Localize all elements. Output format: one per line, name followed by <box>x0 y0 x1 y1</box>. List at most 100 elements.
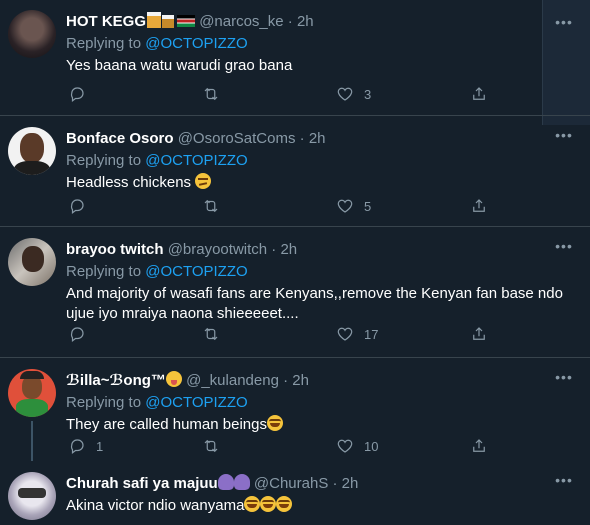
more-horizontal-icon[interactable]: ••• <box>554 15 574 32</box>
tweet-3[interactable]: brayoo twitch @brayootwitch · 2h ••• Rep… <box>0 228 590 358</box>
handle[interactable]: @ChurahS <box>254 475 328 492</box>
whisky-emoji <box>162 15 175 28</box>
replying-to: Replying to @OCTOPIZZO <box>66 393 248 413</box>
tweet-text: Akina victor ndio wanyama <box>66 497 245 514</box>
separator-dot: · <box>283 372 289 389</box>
like-button[interactable]: 17 <box>336 324 378 344</box>
share-button[interactable] <box>470 84 488 104</box>
display-name[interactable]: Bonface Osoro <box>66 130 174 147</box>
reply-button[interactable]: 1 <box>68 436 103 456</box>
tweet-header: ℬilla~ℬong™ @_kulandeng · 2h <box>66 371 309 391</box>
tweet-5[interactable]: Churah safi ya majuu @ChurahS · 2h ••• A… <box>0 462 590 525</box>
more-horizontal-icon[interactable]: ••• <box>554 128 574 145</box>
beer-emoji <box>147 12 162 28</box>
tweet-text-container: Headless chickens <box>66 173 576 193</box>
tweet-text: They are called human beings <box>66 416 267 433</box>
timestamp[interactable]: 2h <box>342 475 359 492</box>
retweet-button[interactable] <box>202 436 230 456</box>
more-horizontal-icon[interactable]: ••• <box>554 239 574 256</box>
tweet-text: Headless chickens <box>66 174 192 191</box>
more-horizontal-icon[interactable]: ••• <box>554 473 574 490</box>
timestamp[interactable]: 2h <box>297 13 314 30</box>
share-icon <box>473 327 485 340</box>
tweet-text-container: They are called human beings <box>66 415 576 435</box>
tweet-2[interactable]: Bonface Osoro @OsoroSatComs · 2h ••• Rep… <box>0 117 590 227</box>
heart-icon <box>337 327 353 341</box>
mention-link[interactable]: @OCTOPIZZO <box>145 394 247 411</box>
tweet-actions: 5 <box>66 196 506 216</box>
reply-icon <box>70 87 84 102</box>
reply-button[interactable] <box>68 196 96 216</box>
reply-button[interactable] <box>68 84 96 104</box>
retweet-icon <box>204 327 218 341</box>
tweet-1[interactable]: HOT KEGG @narcos_ke · 2h ••• Replying to… <box>0 0 590 116</box>
mention-link[interactable]: @OCTOPIZZO <box>145 263 247 280</box>
reply-icon <box>70 327 84 342</box>
heart-icon <box>337 87 353 101</box>
retweet-icon <box>204 199 218 213</box>
share-button[interactable] <box>470 436 488 456</box>
reply-count: 1 <box>96 438 104 454</box>
retweet-icon <box>204 87 218 101</box>
reply-button[interactable] <box>68 324 96 344</box>
like-button[interactable]: 10 <box>336 436 378 456</box>
retweet-button[interactable] <box>202 84 230 104</box>
separator-dot: · <box>332 475 338 492</box>
tweet-text: And majority of wasafi fans are Kenyans,… <box>66 285 563 322</box>
tweet-actions: 1 10 <box>66 436 506 456</box>
tweet-text: Yes baana watu warudi grao bana <box>66 57 293 74</box>
laughing-emoji <box>244 496 261 512</box>
handle[interactable]: @_kulandeng <box>186 372 279 389</box>
like-button[interactable]: 3 <box>336 84 371 104</box>
avatar[interactable] <box>8 238 56 286</box>
replying-prefix: Replying to <box>66 263 146 280</box>
timestamp[interactable]: 2h <box>292 372 309 389</box>
tweet-4[interactable]: ℬilla~ℬong™ @_kulandeng · 2h ••• Replyin… <box>0 359 590 461</box>
reply-icon <box>70 199 84 214</box>
display-name[interactable]: brayoo twitch <box>66 241 164 258</box>
mention-link[interactable]: @OCTOPIZZO <box>145 35 247 52</box>
timestamp[interactable]: 2h <box>309 130 326 147</box>
avatar[interactable] <box>8 10 56 58</box>
tweet-header: brayoo twitch @brayootwitch · 2h <box>66 240 297 260</box>
more-horizontal-icon[interactable]: ••• <box>554 370 574 387</box>
share-icon <box>473 199 485 212</box>
replying-to: Replying to @OCTOPIZZO <box>66 262 248 282</box>
like-count: 10 <box>364 438 379 454</box>
handle[interactable]: @narcos_ke <box>199 13 283 30</box>
avatar[interactable] <box>8 472 56 520</box>
display-name[interactable]: Churah safi ya majuu <box>66 475 218 492</box>
handle[interactable]: @OsoroSatComs <box>178 130 296 147</box>
timestamp[interactable]: 2h <box>280 241 297 258</box>
retweet-button[interactable] <box>202 196 230 216</box>
tweet-actions: 17 <box>66 324 506 344</box>
like-button[interactable]: 5 <box>336 196 371 216</box>
tweet-header: HOT KEGG @narcos_ke · 2h <box>66 12 314 32</box>
share-button[interactable] <box>470 324 488 344</box>
like-count: 5 <box>364 198 372 214</box>
like-count: 17 <box>364 326 379 342</box>
retweet-icon <box>204 439 218 453</box>
share-icon <box>473 87 485 100</box>
smirk-emoji <box>195 173 212 189</box>
retweet-button[interactable] <box>202 324 230 344</box>
share-button[interactable] <box>470 196 488 216</box>
display-name[interactable]: HOT KEGG <box>66 13 146 30</box>
laughing-emoji <box>260 496 277 512</box>
mention-link[interactable]: @OCTOPIZZO <box>145 152 247 169</box>
separator-dot: · <box>271 241 277 258</box>
tweet-header: Bonface Osoro @OsoroSatComs · 2h <box>66 129 326 149</box>
heart-icon <box>337 199 353 213</box>
avatar[interactable] <box>8 127 56 175</box>
laughing-emoji <box>266 415 283 431</box>
display-name[interactable]: ℬilla~ℬong™ <box>66 372 166 389</box>
reply-icon <box>70 439 84 454</box>
laughing-emoji <box>276 496 293 512</box>
octopus-emoji <box>233 474 250 490</box>
share-icon <box>473 439 485 452</box>
avatar[interactable] <box>8 369 56 417</box>
tweet-actions: 3 <box>66 84 506 104</box>
separator-dot: · <box>299 130 305 147</box>
handle[interactable]: @brayootwitch <box>168 241 267 258</box>
octopus-emoji <box>217 474 234 490</box>
